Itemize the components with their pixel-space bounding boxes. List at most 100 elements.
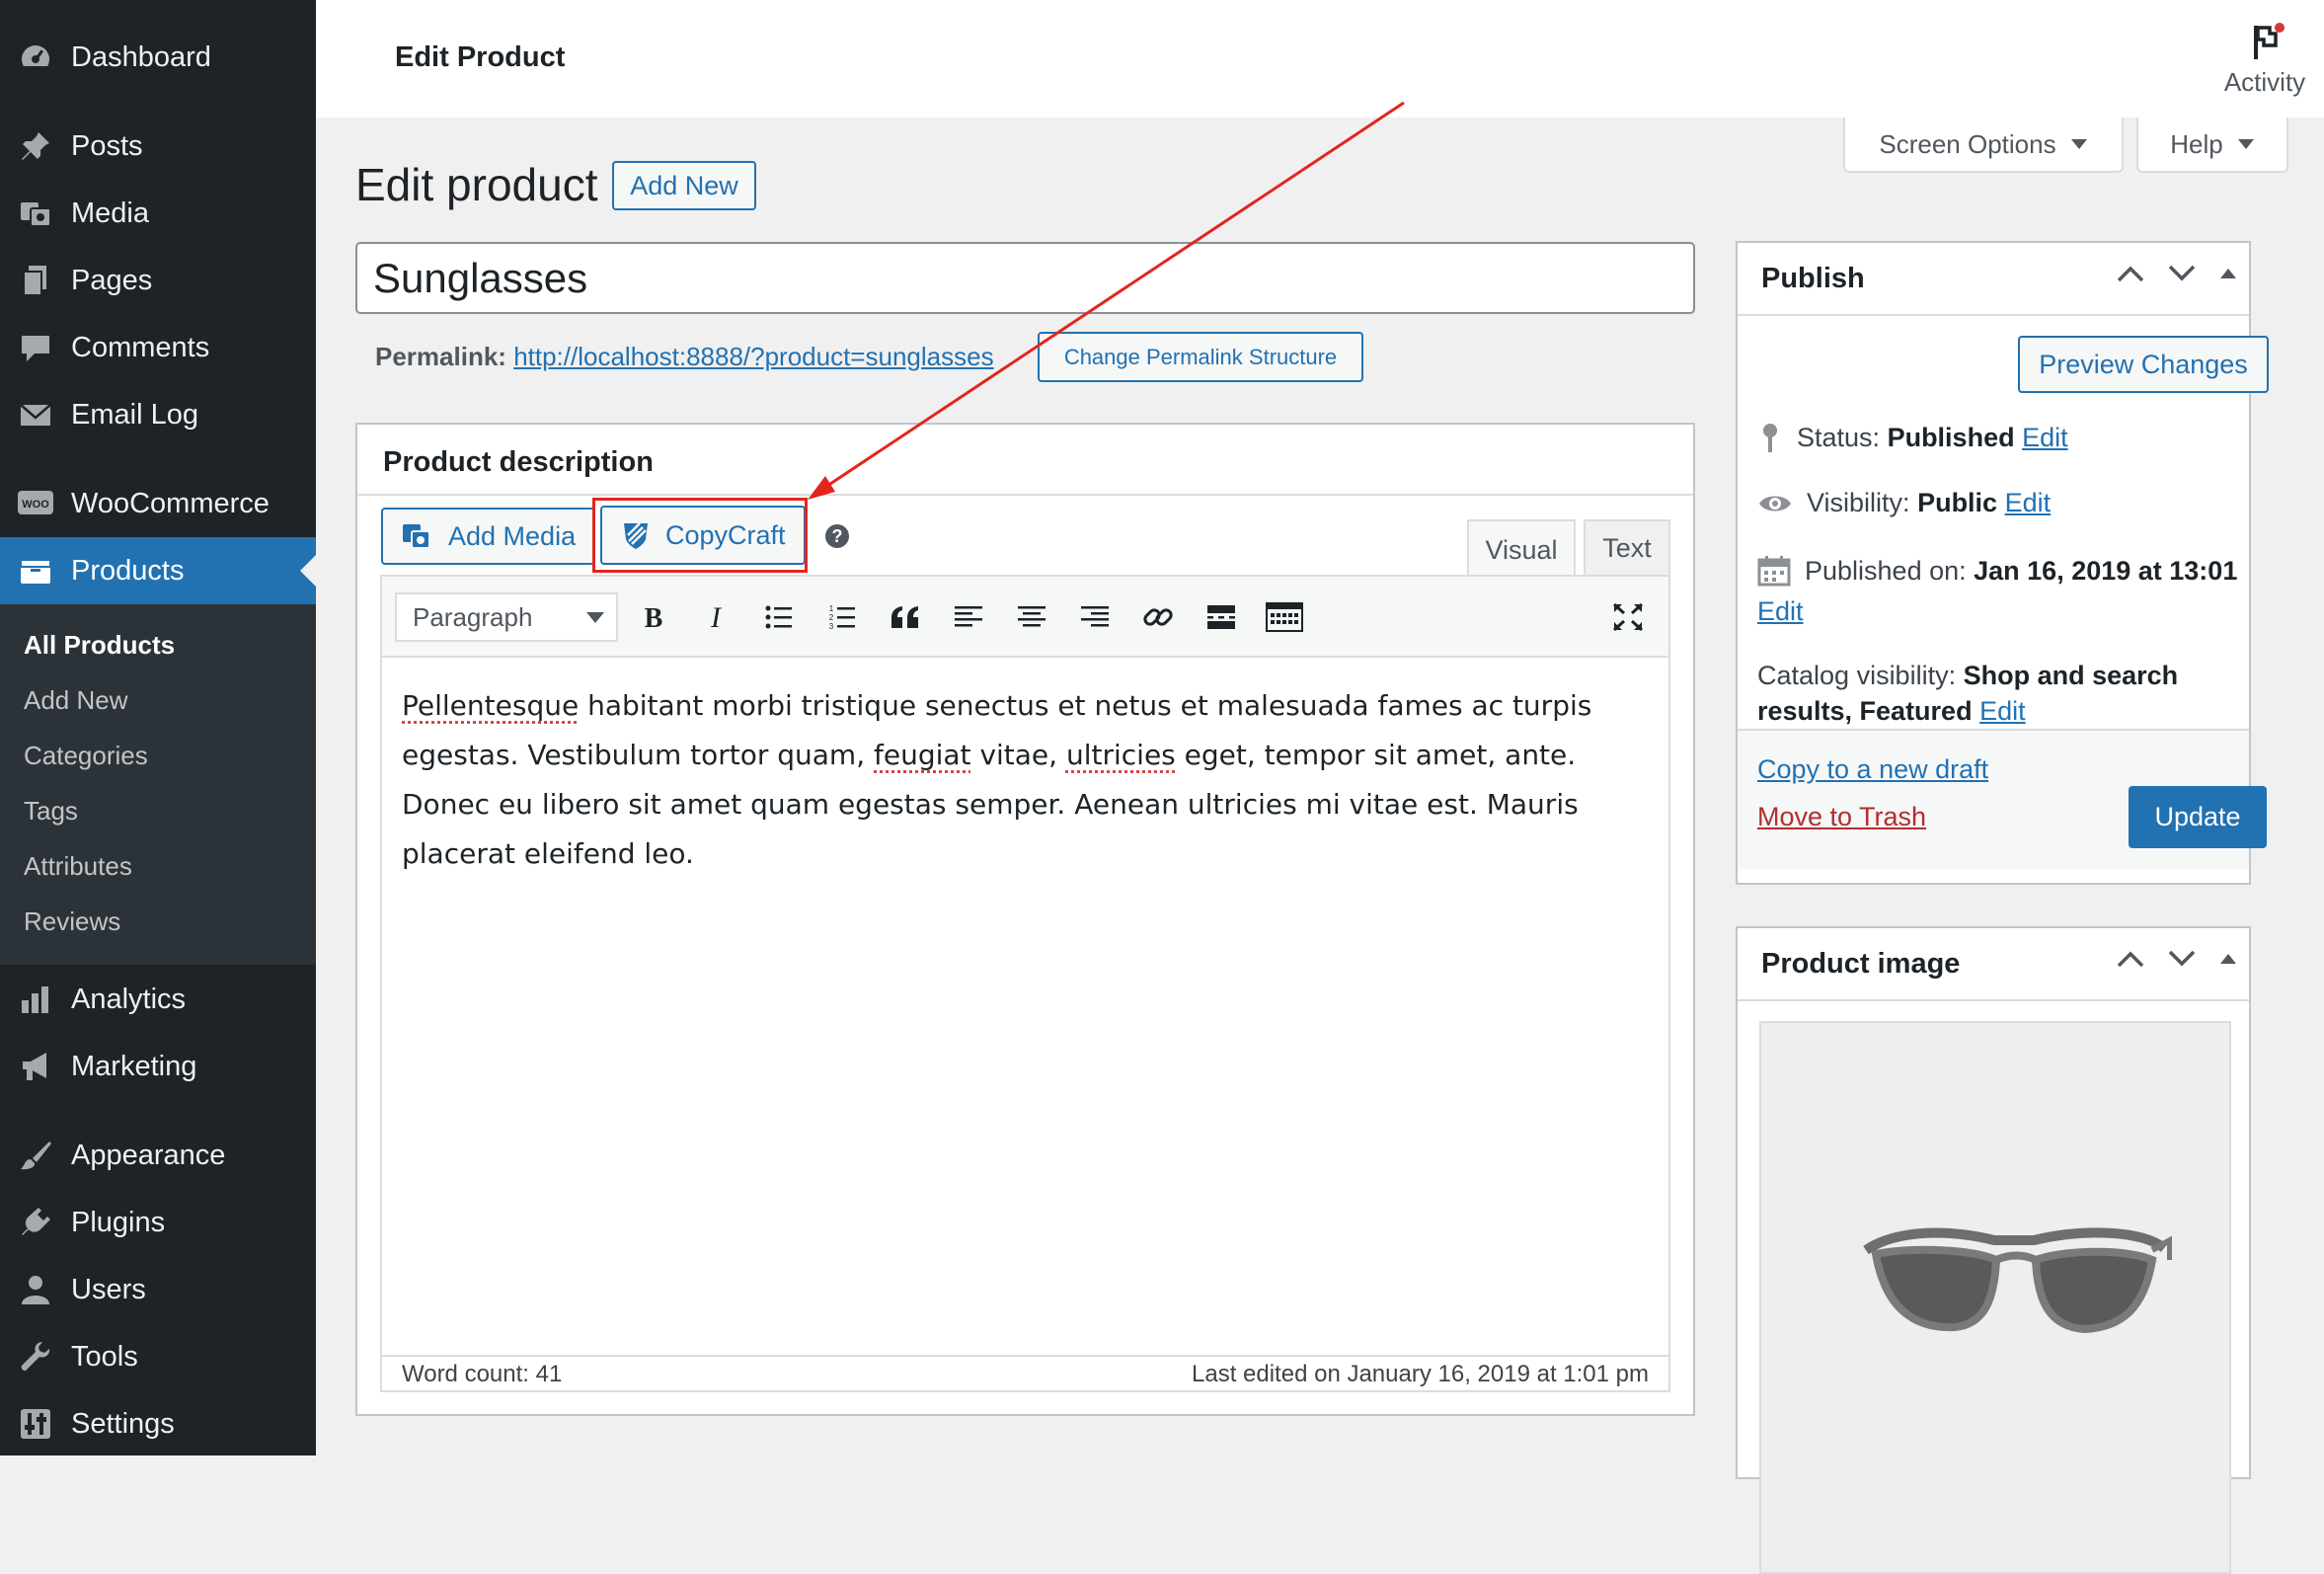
product-image-box: Product image bbox=[1736, 926, 2251, 1574]
catalog-label: Catalog visibility: bbox=[1757, 661, 1957, 690]
megaphone-icon bbox=[17, 1048, 54, 1085]
blockquote-icon[interactable] bbox=[886, 596, 925, 638]
tab-text[interactable]: Text bbox=[1584, 519, 1670, 575]
menu-analytics[interactable]: Analytics bbox=[0, 966, 316, 1033]
content-text: vitae, bbox=[970, 739, 1066, 771]
menu-label: Products bbox=[71, 554, 185, 587]
activity-label: Activity bbox=[2223, 67, 2306, 97]
move-to-trash-link[interactable]: Move to Trash bbox=[1757, 802, 1926, 832]
header-title: Edit Product bbox=[395, 41, 566, 73]
calendar-icon bbox=[1757, 555, 1791, 587]
menu-label: Settings bbox=[71, 1407, 175, 1440]
product-image-thumbnail[interactable] bbox=[1759, 1021, 2231, 1574]
add-new-button[interactable]: Add New bbox=[612, 161, 756, 210]
fullscreen-icon[interactable] bbox=[1608, 596, 1648, 638]
menu-marketing[interactable]: Marketing bbox=[0, 1033, 316, 1100]
menu-label: WooCommerce bbox=[71, 487, 270, 519]
tab-visual[interactable]: Visual bbox=[1467, 519, 1576, 579]
copycraft-highlight-box bbox=[592, 498, 808, 573]
flag-icon bbox=[2248, 22, 2287, 63]
chevron-down-icon[interactable] bbox=[2168, 950, 2196, 968]
menu-label: Posts bbox=[71, 129, 143, 162]
analytics-icon bbox=[17, 981, 54, 1018]
product-title-input[interactable] bbox=[355, 242, 1695, 314]
admin-sidebar: Dashboard Posts Media Pages Comments Ema… bbox=[0, 0, 316, 1456]
change-permalink-button[interactable]: Change Permalink Structure bbox=[1038, 332, 1363, 382]
edit-date-link[interactable]: Edit bbox=[1757, 596, 1804, 627]
link-icon[interactable] bbox=[1138, 596, 1178, 638]
edit-visibility-link[interactable]: Edit bbox=[2005, 488, 2052, 517]
submenu-attributes[interactable]: Attributes bbox=[24, 851, 132, 882]
user-icon bbox=[17, 1271, 54, 1308]
submenu-add-new[interactable]: Add New bbox=[24, 685, 128, 716]
visibility-row: Visibility: Public Edit bbox=[1757, 488, 2051, 518]
menu-plugins[interactable]: Plugins bbox=[0, 1189, 316, 1256]
align-left-icon[interactable] bbox=[949, 596, 988, 638]
permalink-link[interactable]: http://localhost:8888/?product=sunglasse… bbox=[513, 342, 993, 371]
help-button[interactable]: Help bbox=[2136, 118, 2288, 173]
published-on-row: Published on: Jan 16, 2019 at 13:01 bbox=[1757, 555, 2237, 587]
menu-users[interactable]: Users bbox=[0, 1256, 316, 1323]
menu-comments[interactable]: Comments bbox=[0, 314, 316, 381]
box-handles bbox=[2117, 265, 2237, 282]
chevron-down-icon[interactable] bbox=[2168, 265, 2196, 282]
divider bbox=[1738, 314, 2249, 316]
submenu-tags[interactable]: Tags bbox=[24, 796, 78, 826]
update-button[interactable]: Update bbox=[2129, 786, 2267, 848]
menu-label: Dashboard bbox=[71, 40, 211, 73]
menu-pages[interactable]: Pages bbox=[0, 247, 316, 314]
chevron-up-icon[interactable] bbox=[2117, 265, 2144, 282]
help-question-icon[interactable]: ? bbox=[825, 524, 849, 548]
product-image-title: Product image bbox=[1761, 948, 1961, 980]
brush-icon bbox=[17, 1137, 54, 1174]
activity-button[interactable]: Activity bbox=[2210, 18, 2319, 107]
caret-down-icon bbox=[2070, 138, 2088, 150]
read-more-icon[interactable] bbox=[1201, 596, 1241, 638]
submenu-reviews[interactable]: Reviews bbox=[24, 906, 120, 937]
caret-down-icon bbox=[2237, 138, 2255, 150]
pin-icon bbox=[1757, 421, 1783, 454]
menu-woocommerce[interactable]: WOO WooCommerce bbox=[0, 470, 316, 537]
menu-label: Plugins bbox=[71, 1206, 166, 1238]
copy-to-draft-link[interactable]: Copy to a new draft bbox=[1757, 754, 1988, 785]
eye-icon bbox=[1757, 492, 1793, 515]
add-media-icon bbox=[401, 520, 434, 552]
align-right-icon[interactable] bbox=[1075, 596, 1115, 638]
format-select[interactable]: Paragraph bbox=[395, 592, 618, 642]
menu-appearance[interactable]: Appearance bbox=[0, 1122, 316, 1189]
collapse-toggle-icon[interactable] bbox=[2219, 267, 2237, 280]
screen-options-button[interactable]: Screen Options bbox=[1843, 118, 2124, 173]
edit-catalog-link[interactable]: Edit bbox=[1979, 696, 2026, 726]
menu-tools[interactable]: Tools bbox=[0, 1323, 316, 1390]
bold-icon[interactable]: B bbox=[634, 596, 673, 638]
menu-media[interactable]: Media bbox=[0, 180, 316, 247]
align-center-icon[interactable] bbox=[1012, 596, 1051, 638]
editor-content[interactable]: Pellentesque habitant morbi tristique se… bbox=[382, 658, 1668, 1339]
numbered-list-icon[interactable]: 123 bbox=[822, 596, 862, 638]
permalink-label: Permalink: bbox=[375, 342, 506, 371]
menu-email-log[interactable]: Email Log bbox=[0, 381, 316, 448]
submenu-categories[interactable]: Categories bbox=[24, 741, 148, 771]
toolbar-toggle-icon[interactable] bbox=[1265, 596, 1304, 638]
menu-dashboard[interactable]: Dashboard bbox=[0, 24, 316, 91]
last-edited: Last edited on January 16, 2019 at 1:01 … bbox=[1192, 1361, 1649, 1387]
settings-icon bbox=[17, 1405, 54, 1443]
preview-changes-button[interactable]: Preview Changes bbox=[2018, 336, 2269, 393]
submenu-all-products[interactable]: All Products bbox=[24, 630, 175, 661]
menu-label: Marketing bbox=[71, 1050, 197, 1082]
add-media-button[interactable]: Add Media bbox=[381, 508, 596, 565]
collapse-toggle-icon[interactable] bbox=[2219, 952, 2237, 966]
bullet-list-icon[interactable] bbox=[759, 596, 799, 638]
wrench-icon bbox=[17, 1338, 54, 1376]
italic-icon[interactable]: I bbox=[696, 596, 736, 638]
menu-posts[interactable]: Posts bbox=[0, 113, 316, 180]
chevron-up-icon[interactable] bbox=[2117, 950, 2144, 968]
edit-date-row: Edit bbox=[1757, 596, 1804, 627]
visibility-label: Visibility: bbox=[1807, 488, 1910, 517]
menu-products[interactable]: Products bbox=[0, 537, 316, 604]
menu-label: Media bbox=[71, 197, 149, 229]
menu-settings[interactable]: Settings bbox=[0, 1390, 316, 1457]
misspelled-word: Pellentesque bbox=[402, 689, 580, 722]
edit-status-link[interactable]: Edit bbox=[2022, 423, 2068, 452]
publish-actions: Copy to a new draft Move to Trash Update bbox=[1738, 729, 2267, 869]
